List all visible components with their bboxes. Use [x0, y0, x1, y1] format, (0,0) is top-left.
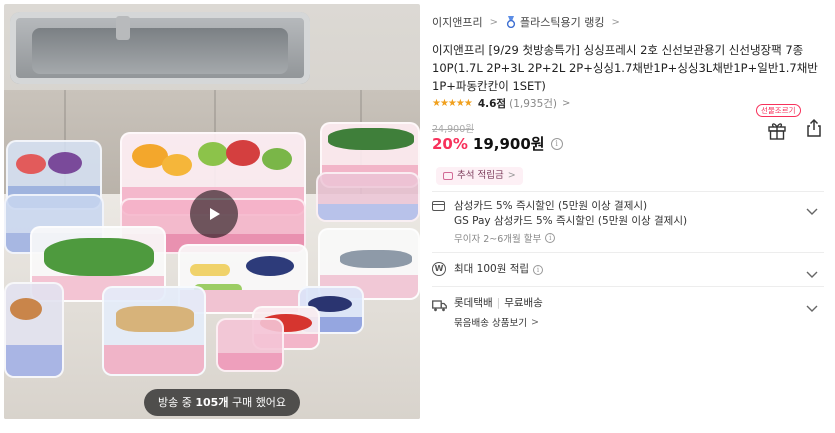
share-icon[interactable]: [804, 118, 824, 138]
ticket-icon: [443, 172, 453, 180]
info-icon[interactable]: i: [533, 264, 544, 275]
breadcrumb-store[interactable]: 이지앤프리: [432, 14, 483, 30]
chevron-right-icon: >: [611, 16, 620, 28]
live-count: 105개: [195, 396, 229, 409]
delivery-row[interactable]: 롯데택배 | 무료배송 묶음배송 상품보기 >: [432, 296, 824, 330]
delivery-carrier: 롯데택배: [454, 297, 493, 309]
card-benefit-row[interactable]: 삼성카드 5% 즉시할인 (5만원 이상 결제시) GS Pay 삼성카드 5%…: [432, 199, 824, 245]
chevron-down-icon[interactable]: [806, 298, 818, 312]
play-button[interactable]: [190, 190, 238, 238]
chuseok-points-chip[interactable]: 추석 적립금 >: [436, 167, 523, 185]
coin-icon: W: [432, 262, 446, 276]
gift-request-badge[interactable]: 선물조르기: [756, 104, 801, 117]
info-icon[interactable]: i: [545, 233, 556, 243]
chevron-down-icon[interactable]: [806, 264, 818, 278]
chevron-right-icon: >: [507, 170, 516, 181]
price-row: 20% 19,900원 i: [432, 133, 563, 154]
installment-note: 무이자 2~6개월 할부 i: [454, 231, 556, 245]
gift-icon[interactable]: [766, 120, 788, 140]
container-right-mid: [316, 172, 420, 222]
medal-icon: [505, 16, 517, 29]
breadcrumb-ranking[interactable]: 플라스틱용기 랭킹: [520, 14, 604, 30]
container-left-bottom: [4, 282, 64, 378]
chuseok-points-label: 추석 적립금: [457, 170, 504, 181]
container-sandwich: [102, 286, 206, 376]
divider: [432, 286, 824, 287]
card-benefit-line1: 삼성카드 5% 즉시할인 (5만원 이상 결제시): [454, 200, 648, 212]
rating-stars-icon: ★★★★★: [432, 98, 473, 109]
info-icon[interactable]: i: [550, 137, 563, 150]
points-text: 최대 100원 적립 i: [454, 262, 544, 277]
bundle-link[interactable]: 묶음배송 상품보기 >: [454, 315, 539, 330]
chevron-down-icon[interactable]: [806, 201, 818, 215]
chevron-right-icon: >: [530, 316, 539, 328]
delivery-fee: 무료배송: [504, 297, 543, 309]
card-benefit-line2: GS Pay 삼성카드 5% 즉시할인 (5만원 이상 결제시): [454, 215, 688, 227]
points-row[interactable]: W 최대 100원 적립 i: [432, 262, 824, 278]
chevron-right-icon: >: [562, 98, 571, 109]
sale-price: 19,900원: [472, 135, 545, 153]
bundle-link-label: 묶음배송 상품보기: [454, 318, 527, 329]
live-prefix: 방송 중: [158, 396, 192, 409]
sink-scene: [10, 12, 310, 84]
divider: [432, 191, 824, 192]
live-suffix: 구매 했어요: [231, 396, 287, 409]
breadcrumb: 이지앤프리 > 플라스틱용기 랭킹 >: [432, 14, 627, 30]
rating[interactable]: ★★★★★ 4.6점 (1,935건) >: [432, 96, 570, 111]
card-icon: [432, 201, 445, 211]
installment-label: 무이자 2~6개월 할부: [454, 234, 542, 245]
truck-icon: [432, 297, 447, 312]
product-title: 이지앤프리 [9/29 첫방송특가] 싱싱프레시 2호 신선보관용기 신선냉장팩…: [432, 43, 818, 93]
rating-score: 4.6점: [477, 98, 507, 110]
play-icon: [205, 205, 223, 223]
points-label: 최대 100원 적립: [454, 263, 530, 275]
review-count: (1,935건): [509, 98, 558, 110]
product-info-panel: 이지앤프리 > 플라스틱용기 랭킹 > 이지앤프리 [9/29 첫방송특가] 싱…: [432, 0, 832, 433]
discount-rate: 20%: [432, 134, 468, 153]
product-media[interactable]: 방송 중 105개 구매 했어요: [4, 4, 420, 419]
chevron-right-icon: >: [489, 16, 498, 28]
container-small-pink: [216, 318, 284, 372]
divider: [432, 252, 824, 253]
delivery-text: 롯데택배 | 무료배송: [454, 297, 543, 309]
live-purchase-counter: 방송 중 105개 구매 했어요: [144, 389, 301, 416]
